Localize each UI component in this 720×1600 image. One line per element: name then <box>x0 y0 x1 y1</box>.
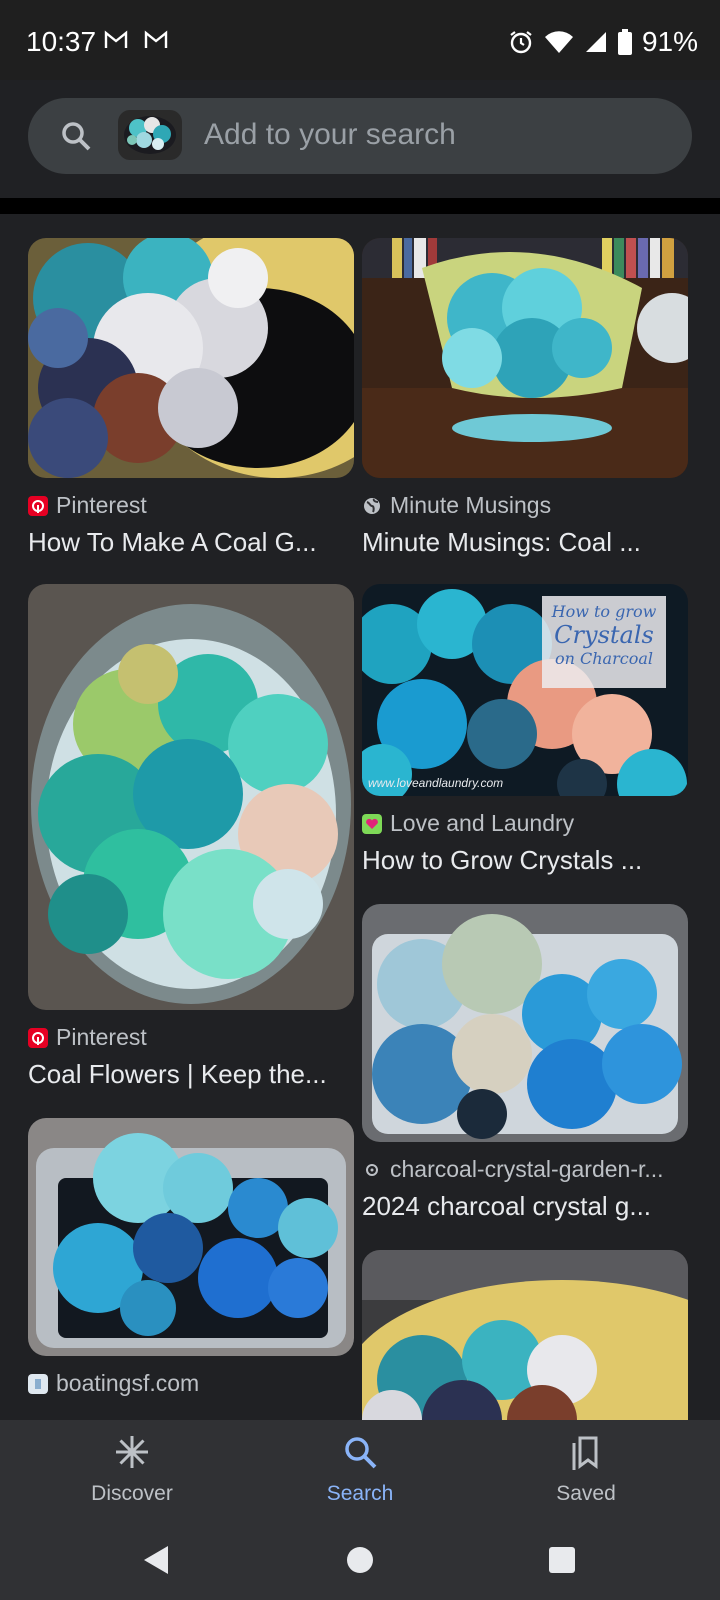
globe-icon <box>362 496 382 516</box>
pinterest-icon <box>28 1027 48 1048</box>
bottom-navigation: Discover Search Saved <box>0 1420 720 1520</box>
nav-search[interactable]: Search <box>280 1434 440 1506</box>
result-card[interactable]: Pinterest Coal Flowers | Keep the... <box>28 584 354 1090</box>
result-image[interactable] <box>362 238 688 478</box>
result-source: Love and Laundry <box>362 810 688 837</box>
battery-icon <box>617 29 632 55</box>
result-source: Minute Musings <box>362 492 688 519</box>
search-icon <box>345 1437 377 1469</box>
result-source: Pinterest <box>28 1024 354 1051</box>
result-card[interactable]: charcoal-crystal-garden-r... 2024 charco… <box>362 904 688 1222</box>
result-title[interactable]: Minute Musings: Coal ... <box>362 527 672 558</box>
nav-discover[interactable]: Discover <box>52 1434 212 1506</box>
result-image[interactable] <box>28 1118 354 1356</box>
result-image[interactable] <box>362 904 688 1142</box>
result-title[interactable]: How to Grow Crystals ... <box>362 845 672 876</box>
search-input[interactable]: Add to your search <box>28 98 692 174</box>
search-icon <box>62 122 91 151</box>
result-card[interactable]: Minute Musings Minute Musings: Coal ... <box>362 238 688 558</box>
image-results-grid: Pinterest How To Make A Coal G... Minute… <box>0 214 720 1420</box>
gmail-icon <box>104 30 128 48</box>
result-card[interactable]: Pinterest How To Make A Coal G... <box>28 238 354 558</box>
alarm-icon <box>510 31 532 54</box>
search-header: Add to your search <box>0 80 720 198</box>
site-icon <box>28 1373 48 1394</box>
wifi-icon <box>544 31 573 53</box>
gmail-icon <box>144 30 168 48</box>
result-title[interactable]: 2024 charcoal crystal g... <box>362 1191 672 1222</box>
result-source: charcoal-crystal-garden-r... <box>362 1156 688 1183</box>
search-placeholder: Add to your search <box>204 118 456 151</box>
header-divider <box>0 198 720 214</box>
home-icon[interactable] <box>346 1546 374 1574</box>
pinterest-icon <box>28 495 48 516</box>
signal-icon <box>585 32 606 52</box>
overlay-text-box: How to grow Crystals on Charcoal <box>542 596 666 688</box>
result-source: boatingsf.com <box>28 1370 354 1397</box>
result-card[interactable]: How to grow Crystals on Charcoal www.lov… <box>362 584 688 876</box>
result-card[interactable] <box>362 1250 688 1420</box>
query-image-thumbnail[interactable] <box>118 110 182 160</box>
discover-icon <box>116 1436 148 1468</box>
result-image[interactable] <box>28 238 354 478</box>
status-time: 10:37 <box>26 26 97 57</box>
result-image[interactable] <box>362 1250 688 1420</box>
saved-icon <box>572 1436 598 1470</box>
result-image[interactable]: How to grow Crystals on Charcoal www.lov… <box>362 584 688 796</box>
result-image[interactable] <box>28 584 354 1010</box>
result-source: Pinterest <box>28 492 354 519</box>
battery-percent: 91% <box>641 26 698 57</box>
nav-saved[interactable]: Saved <box>506 1434 666 1506</box>
image-watermark: www.loveandlaundry.com <box>368 776 504 790</box>
recents-icon[interactable] <box>548 1546 576 1574</box>
back-icon[interactable] <box>142 1544 170 1576</box>
heart-icon <box>362 813 382 834</box>
system-navigation-bar <box>0 1520 720 1600</box>
result-title[interactable]: Coal Flowers | Keep the... <box>28 1059 338 1090</box>
result-card[interactable]: boatingsf.com <box>28 1118 354 1397</box>
link-icon <box>362 1160 382 1180</box>
status-bar: 10:37 91% <box>0 0 720 80</box>
result-title[interactable]: How To Make A Coal G... <box>28 527 338 558</box>
